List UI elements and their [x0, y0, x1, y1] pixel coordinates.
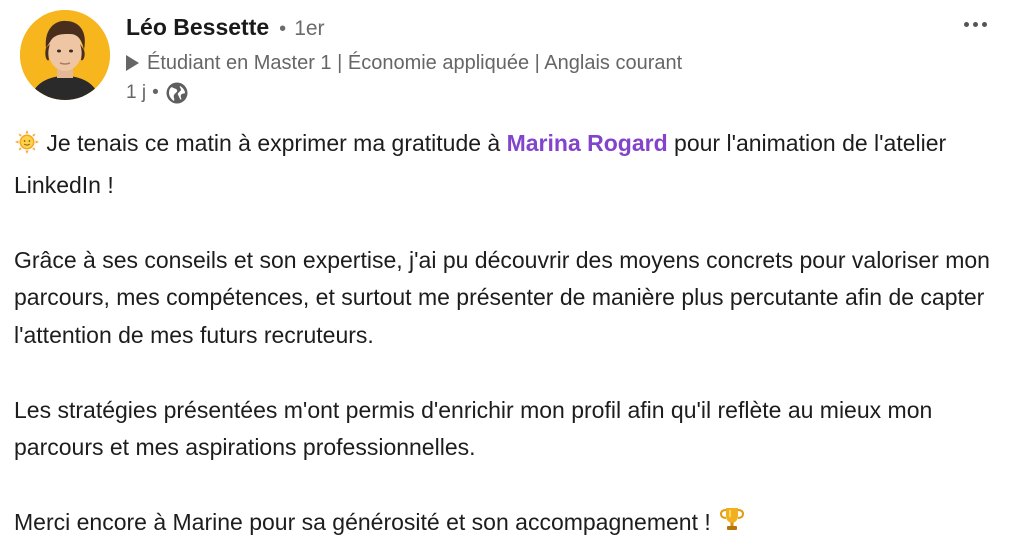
more-icon: [972, 21, 978, 27]
post-paragraph-3: Les stratégies présentées m'ont permis d…: [14, 396, 933, 461]
sun-icon: [14, 129, 40, 167]
post-card: Léo Bessette • 1er Étudiant en Master 1 …: [0, 0, 1023, 537]
author-name-row: Léo Bessette • 1er: [126, 14, 682, 46]
author-headline: Étudiant en Master 1 | Économie appliqué…: [147, 51, 683, 74]
connection-degree: 1er: [294, 17, 325, 40]
separator-dot: •: [279, 18, 287, 40]
post-paragraph-2: Grâce à ses conseils et son expertise, j…: [14, 246, 990, 348]
globe-icon: [165, 81, 189, 105]
author-name[interactable]: Léo Bessette: [126, 14, 269, 41]
trophy-icon: [717, 504, 747, 546]
post-paragraph-4: Merci encore à Marine pour sa générosité…: [14, 504, 1009, 546]
post-body: Je tenais ce matin à exprimer ma gratitu…: [14, 125, 1009, 546]
avatar-photo: [20, 10, 110, 100]
post-time[interactable]: 1 j: [126, 82, 146, 104]
post-text: Merci encore à Marine pour sa générosité…: [14, 509, 718, 535]
more-icon: [963, 21, 969, 27]
avatar[interactable]: [20, 10, 110, 100]
separator-dot: •: [152, 82, 159, 103]
post-header: Léo Bessette • 1er Étudiant en Master 1 …: [14, 10, 1014, 110]
author-headline-row: Étudiant en Master 1 | Économie appliqué…: [126, 48, 682, 78]
more-options-button[interactable]: [958, 12, 992, 36]
author-identity: Léo Bessette • 1er Étudiant en Master 1 …: [126, 14, 682, 108]
post-meta: 1 j •: [126, 78, 682, 108]
play-icon: [126, 55, 139, 71]
mention-link[interactable]: Marina Rogard: [507, 130, 668, 156]
post-text: Je tenais ce matin à exprimer ma gratitu…: [40, 130, 507, 156]
more-icon: [981, 21, 987, 27]
post-paragraph-1: Je tenais ce matin à exprimer ma gratitu…: [14, 125, 1009, 204]
